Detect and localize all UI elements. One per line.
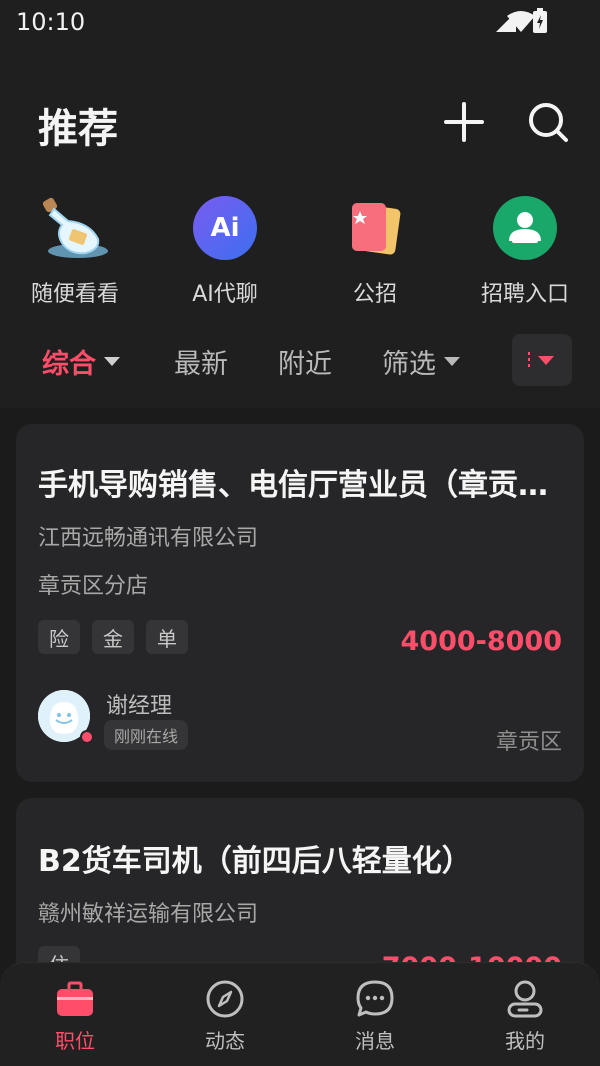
shortcut-browse[interactable]: 随便看看: [0, 192, 150, 308]
bottom-tab-bar: 职位 动态 消息 我的: [0, 962, 600, 1066]
benefit-tag: 金: [92, 620, 134, 654]
filter-label: 附近: [278, 349, 332, 380]
shortcut-row: 随便看看 Ai AI代聊 公招 招聘入口: [0, 192, 600, 308]
ai-icon: Ai: [189, 192, 261, 264]
tab-label: 职位: [55, 1029, 95, 1053]
signal-icon: [494, 10, 518, 38]
shortcut-label: 招聘入口: [480, 282, 569, 307]
status-time: 10:10: [16, 8, 86, 36]
ai-icon-text: Ai: [210, 213, 240, 243]
more-filter-button[interactable]: [512, 334, 572, 386]
branch-name: 章贡区分店: [38, 574, 149, 599]
company-name: 江西远畅通讯有限公司: [38, 526, 259, 551]
salary: 4000-8000: [400, 626, 563, 657]
recruiter-icon: [489, 192, 561, 264]
filter-screen[interactable]: 筛选: [382, 342, 460, 381]
tab-label: 动态: [205, 1029, 245, 1053]
filter-bar: 综合 最新 附近 筛选: [0, 332, 600, 388]
briefcase-icon: [57, 981, 93, 1016]
job-card[interactable]: 手机导购销售、电信厅营业员（章贡区） 江西远畅通讯有限公司 章贡区分店 险 金 …: [16, 424, 584, 782]
cards-icon: [339, 192, 411, 264]
status-bar: 10:10: [0, 0, 600, 46]
filter-nearby[interactable]: 附近: [278, 342, 332, 381]
dropdown-icon: [528, 352, 554, 367]
online-indicator: [80, 730, 94, 744]
filter-comprehensive[interactable]: 综合: [42, 342, 120, 381]
tab-me[interactable]: 我的: [450, 963, 600, 1066]
compass-icon: [206, 980, 244, 1018]
shortcut-recruiter-entry[interactable]: 招聘入口: [450, 192, 600, 308]
job-title: 手机导购销售、电信厅营业员（章贡区）: [38, 468, 564, 503]
tab-label: 我的: [505, 1029, 545, 1053]
benefit-tags: 险 金 单: [38, 620, 188, 654]
filter-label: 最新: [174, 349, 228, 380]
job-title: B2货车司机（前四后八轻量化）: [38, 844, 472, 879]
chat-icon: [356, 980, 394, 1017]
shortcut-public-recruit[interactable]: 公招: [300, 192, 450, 308]
shortcut-ai-chat[interactable]: Ai AI代聊: [150, 192, 300, 308]
status-badge: 刚刚在线: [104, 720, 189, 750]
filter-label: 综合: [42, 349, 96, 380]
benefit-tag: 险: [38, 620, 80, 654]
chevron-down-icon: [444, 357, 460, 366]
tab-jobs[interactable]: 职位: [0, 963, 150, 1066]
tab-messages[interactable]: 消息: [300, 963, 450, 1066]
shortcut-label: 随便看看: [30, 282, 119, 307]
add-button[interactable]: [436, 94, 492, 150]
bottle-icon: [39, 192, 111, 264]
battery-icon: [532, 8, 548, 38]
job-area: 章贡区: [495, 730, 562, 755]
shortcut-label: 公招: [352, 282, 397, 307]
avatar[interactable]: [38, 690, 94, 744]
filter-label: 筛选: [382, 349, 436, 380]
chevron-down-icon: [104, 357, 120, 366]
search-button[interactable]: [520, 94, 576, 150]
benefit-tag: 单: [146, 620, 188, 654]
filter-latest[interactable]: 最新: [174, 342, 228, 381]
company-name: 赣州敏祥运输有限公司: [38, 902, 259, 927]
plus-icon: [444, 102, 484, 142]
shortcut-label: AI代聊: [192, 282, 258, 307]
search-icon: [529, 103, 568, 142]
tab-label: 消息: [355, 1029, 395, 1053]
tab-moments[interactable]: 动态: [150, 963, 300, 1066]
profile-icon: [507, 980, 543, 1018]
recruiter-name: 谢经理: [106, 694, 173, 719]
page-title: 推荐: [38, 106, 118, 152]
